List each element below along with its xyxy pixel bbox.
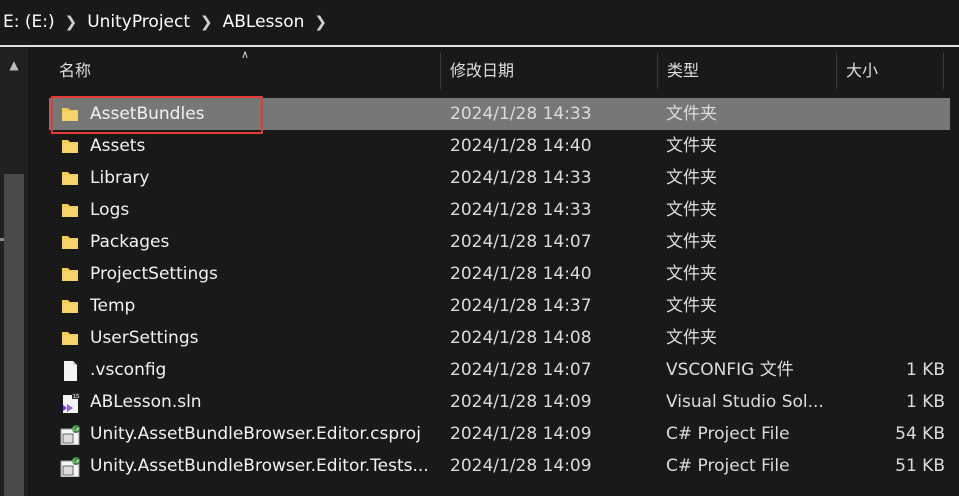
file-name: Packages [90,232,170,252]
visual-studio-solution-icon: 15 [63,393,80,413]
file-size: 1 KB [905,360,945,380]
scroll-marker [0,238,4,241]
file-type: C# Project File [666,424,790,444]
file-date: 2024/1/28 14:07 [450,232,592,252]
file-name: Unity.AssetBundleBrowser.Editor.csproj [90,424,421,444]
file-name: ProjectSettings [90,264,218,284]
folder-icon [62,108,78,121]
file-type: 文件夹 [666,200,717,220]
file-size [839,322,945,354]
chevron-right-icon[interactable]: ❯ [194,13,219,31]
column-divider[interactable] [943,53,944,89]
column-divider[interactable] [836,53,837,89]
file-row-editor-csproj[interactable]: C# Unity.AssetBundleBrowser.Editor.cspro… [49,418,950,450]
file-type: 文件夹 [666,136,717,156]
file-size [839,290,945,322]
file-name: Assets [90,136,146,156]
file-name: Unity.AssetBundleBrowser.Editor.Tests... [90,456,429,476]
csharp-badge: C# [73,427,80,433]
file-name: ABLesson.sln [90,392,202,412]
file-date: 2024/1/28 14:37 [450,296,592,316]
file-type: C# Project File [666,456,790,476]
file-row-usersettings[interactable]: UserSettings 2024/1/28 14:08 文件夹 [49,322,950,354]
folder-icon [62,236,78,249]
file-date: 2024/1/28 14:07 [450,360,592,380]
breadcrumb-drive[interactable]: E: (E:) [0,12,59,32]
column-divider[interactable] [657,53,658,89]
file-name: Temp [90,296,136,316]
csharp-badge: C# [73,459,80,465]
file-date: 2024/1/28 14:09 [450,456,592,476]
file-row-vsconfig[interactable]: .vsconfig 2024/1/28 14:07 VSCONFIG 文件 1 … [49,354,950,386]
folder-icon [62,268,78,281]
file-row-temp[interactable]: Temp 2024/1/28 14:37 文件夹 [49,290,950,322]
file-size: 51 KB [895,456,945,476]
folder-icon [62,172,78,185]
file-type: 文件夹 [666,264,717,284]
file-size: 54 KB [895,424,945,444]
file-size [839,258,945,290]
chevron-right-icon[interactable]: ❯ [308,13,333,31]
file-row-library[interactable]: Library 2024/1/28 14:33 文件夹 [49,162,950,194]
file-date: 2024/1/28 14:33 [450,200,592,220]
chevron-right-icon[interactable]: ❯ [59,13,84,31]
column-header-row: ∧ 名称 修改日期 类型 大小 [28,48,959,93]
column-divider[interactable] [440,53,441,89]
file-date: 2024/1/28 14:40 [450,136,592,156]
vs-version-badge: 15 [73,394,79,400]
file-date: 2024/1/28 14:33 [450,104,592,124]
file-size [839,194,945,226]
folder-icon [62,332,78,345]
breadcrumb-unityproject[interactable]: UnityProject [83,12,194,32]
file-type: VSCONFIG 文件 [666,360,794,380]
csharp-project-icon: C# [60,457,80,477]
csharp-project-icon: C# [60,425,80,445]
file-type: 文件夹 [666,296,717,316]
file-row-assets[interactable]: Assets 2024/1/28 14:40 文件夹 [49,130,950,162]
folder-icon [62,300,78,313]
address-bar-breadcrumb[interactable]: E: (E:) ❯ UnityProject ❯ ABLesson ❯ [0,0,959,44]
file-type: Visual Studio Sol... [666,392,824,412]
file-date: 2024/1/28 14:33 [450,168,592,188]
file-size [839,162,945,194]
file-name: Library [90,168,150,188]
file-date: 2024/1/28 14:40 [450,264,592,284]
file-icon [64,361,77,381]
file-size [839,130,945,162]
file-date: 2024/1/28 14:09 [450,392,592,412]
file-row-ablesson-sln[interactable]: 15 ABLesson.sln 2024/1/28 14:09 Visual S… [49,386,950,418]
column-header-size[interactable]: 大小 [846,48,946,93]
file-row-editor-tests-csproj[interactable]: C# Unity.AssetBundleBrowser.Editor.Tests… [49,450,950,482]
file-row-assetbundles[interactable]: AssetBundles 2024/1/28 14:33 文件夹 [49,98,950,130]
file-date: 2024/1/28 14:09 [450,424,592,444]
file-name: Logs [90,200,130,220]
file-name: AssetBundles [90,104,205,124]
column-header-type[interactable]: 类型 [667,48,827,93]
file-size [839,98,945,130]
scrollbar-thumb[interactable] [4,174,24,496]
file-row-projectsettings[interactable]: ProjectSettings 2024/1/28 14:40 文件夹 [49,258,950,290]
file-type: 文件夹 [666,104,717,124]
file-type: 文件夹 [666,168,717,188]
file-row-packages[interactable]: Packages 2024/1/28 14:07 文件夹 [49,226,950,258]
file-row-logs[interactable]: Logs 2024/1/28 14:33 文件夹 [49,194,950,226]
file-type: 文件夹 [666,328,717,348]
breadcrumb-ablesson[interactable]: ABLesson [219,12,309,32]
folder-icon [62,140,78,153]
folder-icon [62,204,78,217]
file-name: .vsconfig [90,360,167,380]
file-size [839,226,945,258]
file-type: 文件夹 [666,232,717,252]
column-header-name[interactable]: 名称 [59,48,439,93]
file-size: 1 KB [905,392,945,412]
column-header-date[interactable]: 修改日期 [450,48,650,93]
file-date: 2024/1/28 14:08 [450,328,592,348]
divider [0,45,959,47]
file-name: UserSettings [90,328,199,348]
scroll-up-arrow-icon[interactable]: ▲ [7,58,21,72]
